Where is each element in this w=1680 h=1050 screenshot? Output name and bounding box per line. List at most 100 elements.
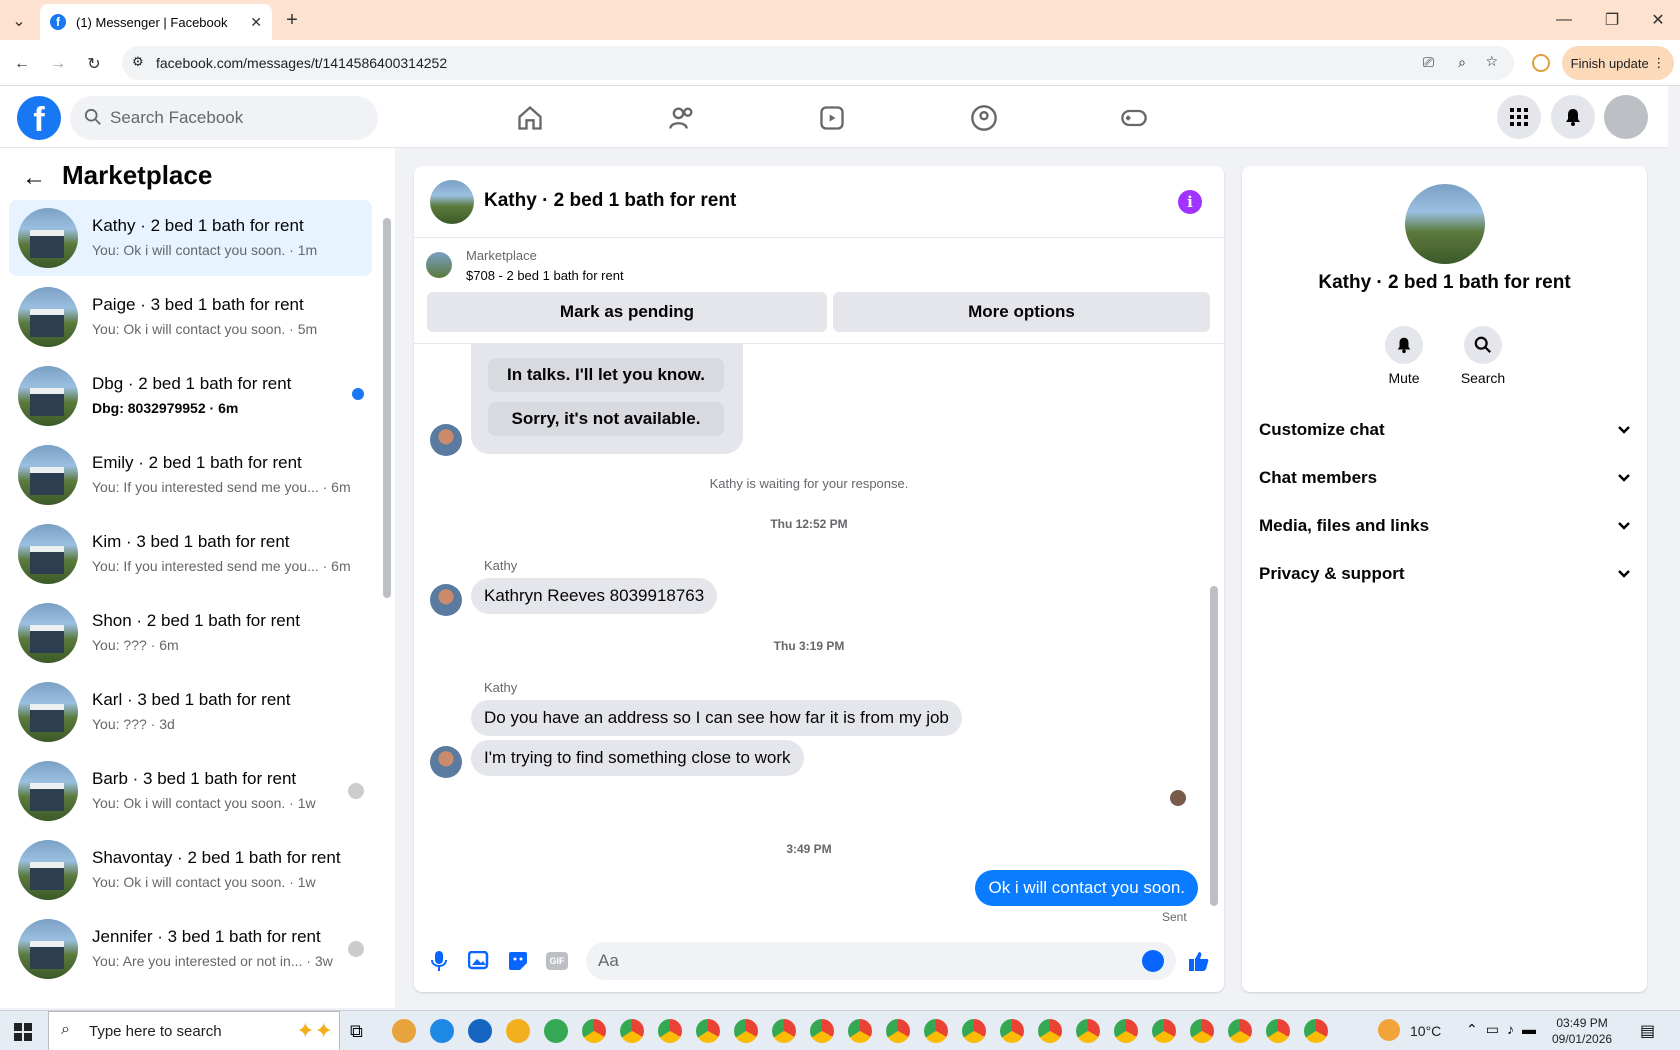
gaming-icon[interactable]	[1120, 104, 1148, 132]
chrome-window-icon[interactable]	[924, 1019, 948, 1043]
url-field[interactable]: ⚙ facebook.com/messages/t/14145864003142…	[122, 46, 1514, 80]
message-bubble[interactable]: Do you have an address so I can see how …	[471, 700, 962, 736]
more-options-button[interactable]: More options	[833, 292, 1210, 332]
sender-avatar[interactable]	[430, 424, 462, 456]
conversation-item[interactable]: Shon · 2 bed 1 bath for rent You: ??? · 6…	[9, 595, 372, 671]
quick-reply-option[interactable]: Sorry, it's not available.	[488, 402, 724, 436]
chat-avatar[interactable]	[430, 180, 474, 224]
chrome-window-icon[interactable]	[1114, 1019, 1138, 1043]
conversation-item[interactable]: Jennifer · 3 bed 1 bath for rent You: Are…	[9, 911, 372, 987]
clock[interactable]: 03:49 PM 09/01/2026	[1552, 1015, 1612, 1047]
my-message-bubble[interactable]: Ok i will contact you soon.	[975, 870, 1198, 906]
back-icon[interactable]: ←	[10, 52, 34, 76]
gif-icon[interactable]: GIF	[546, 950, 568, 972]
sender-avatar[interactable]	[430, 746, 462, 778]
listing-thumbnail[interactable]	[426, 252, 452, 278]
friends-icon[interactable]	[668, 104, 696, 132]
chrome-window-icon[interactable]	[1152, 1019, 1176, 1043]
message-bubble[interactable]: Kathryn Reeves 8039918763	[471, 578, 718, 614]
chrome-window-icon[interactable]	[886, 1019, 910, 1043]
video-icon[interactable]	[818, 104, 846, 132]
info-icon[interactable]: i	[1178, 190, 1202, 214]
notifications-bell-icon[interactable]	[1551, 95, 1595, 139]
conversation-item[interactable]: Barb · 3 bed 1 bath for rent You: Ok i wi…	[9, 753, 372, 829]
edge-icon[interactable]	[430, 1019, 454, 1043]
browser-tab[interactable]: f (1) Messenger | Facebook ✕	[40, 4, 272, 40]
facebook-logo-icon[interactable]: f	[17, 96, 61, 140]
file-explorer-icon[interactable]	[506, 1019, 530, 1043]
forward-icon[interactable]: →	[46, 52, 70, 76]
close-window-icon[interactable]: ✕	[1646, 8, 1670, 32]
reload-icon[interactable]: ↻	[82, 52, 106, 76]
chrome-window-icon[interactable]	[734, 1019, 758, 1043]
chrome-window-icon[interactable]	[582, 1019, 606, 1043]
mail-icon[interactable]	[468, 1019, 492, 1043]
copilot-icon[interactable]	[392, 1019, 416, 1043]
details-section-row[interactable]: Privacy & support	[1259, 554, 1631, 594]
chrome-window-icon[interactable]	[658, 1019, 682, 1043]
taskbar-search-input[interactable]: ⌕ Type here to search ✦✦	[48, 1011, 340, 1050]
windows-start-icon[interactable]	[14, 1023, 32, 1041]
chrome-window-icon[interactable]	[810, 1019, 834, 1043]
site-info-icon[interactable]: ⚙	[132, 54, 144, 70]
details-section-row[interactable]: Customize chat	[1259, 410, 1631, 450]
restore-icon[interactable]: ❐	[1600, 8, 1624, 32]
chat-title[interactable]: Kathy · 2 bed 1 bath for rent	[484, 190, 736, 212]
sender-avatar[interactable]	[430, 584, 462, 616]
chrome-window-icon[interactable]	[772, 1019, 796, 1043]
conversation-item[interactable]: Kim · 3 bed 1 bath for rent You: If you i…	[9, 516, 372, 592]
sticker-icon[interactable]	[507, 950, 529, 972]
chrome-window-icon[interactable]	[1228, 1019, 1252, 1043]
conversation-item[interactable]: Shavontay · 2 bed 1 bath for rent You: Ok…	[9, 832, 372, 908]
chrome-window-icon[interactable]	[1266, 1019, 1290, 1043]
listing-title[interactable]: $708 - 2 bed 1 bath for rent	[466, 268, 624, 283]
chrome-window-icon[interactable]	[848, 1019, 872, 1043]
search-facebook-input[interactable]: Search Facebook	[70, 96, 378, 140]
conversation-item[interactable]: Emily · 2 bed 1 bath for rent You: If you…	[9, 437, 372, 513]
system-tray-icons[interactable]: ⌃▭♪▬	[1466, 1021, 1544, 1038]
conversation-item[interactable]: Paige · 3 bed 1 bath for rent You: Ok i w…	[9, 279, 372, 355]
chrome-window-icon[interactable]	[620, 1019, 644, 1043]
like-thumb-icon[interactable]	[1188, 950, 1210, 972]
install-icon[interactable]: ⎚	[1423, 54, 1434, 71]
weather-icon[interactable]	[1378, 1019, 1400, 1041]
chrome-window-icon[interactable]	[696, 1019, 720, 1043]
microphone-icon[interactable]	[428, 950, 450, 972]
chrome-window-icon[interactable]	[1076, 1019, 1100, 1043]
details-section-row[interactable]: Media, files and links	[1259, 506, 1631, 546]
bookmark-star-icon[interactable]: ☆	[1485, 53, 1498, 70]
groups-icon[interactable]	[970, 104, 998, 132]
new-tab-icon[interactable]: +	[280, 8, 304, 32]
photo-icon[interactable]	[468, 950, 490, 972]
zoom-icon[interactable]: ⌕	[1458, 54, 1466, 71]
conversation-item[interactable]: Kathy · 2 bed 1 bath for rent You: Ok i w…	[9, 200, 372, 276]
emoji-icon[interactable]	[1142, 950, 1164, 972]
mute-button[interactable]: Mute	[1364, 326, 1444, 386]
contact-avatar[interactable]	[1405, 184, 1485, 264]
home-icon[interactable]	[516, 104, 544, 132]
profile-icon[interactable]	[1532, 54, 1550, 72]
chrome-window-icon[interactable]	[1190, 1019, 1214, 1043]
conversation-item[interactable]: Dbg · 2 bed 1 bath for rent Dbg: 80329799…	[9, 358, 372, 434]
mark-as-pending-button[interactable]: Mark as pending	[427, 292, 827, 332]
chrome-window-icon[interactable]	[1304, 1019, 1328, 1043]
finish-update-button[interactable]: Finish update ⋮	[1562, 46, 1674, 80]
chat-scrollbar[interactable]	[1210, 586, 1218, 906]
message-bubble[interactable]: I'm trying to find something close to wo…	[471, 740, 804, 776]
quick-reply-option[interactable]: In talks. I'll let you know.	[488, 358, 724, 392]
tab-list-icon[interactable]: ⌄	[8, 10, 30, 32]
back-arrow-icon[interactable]: ←	[22, 164, 46, 192]
chrome-window-icon[interactable]	[962, 1019, 986, 1043]
task-view-icon[interactable]: ⧉	[350, 1021, 363, 1042]
close-tab-icon[interactable]: ✕	[250, 14, 262, 31]
message-input[interactable]: Aa	[586, 942, 1176, 980]
chrome-window-icon[interactable]	[1000, 1019, 1024, 1043]
search-in-chat-button[interactable]: Search	[1443, 326, 1523, 386]
account-avatar-icon[interactable]	[1604, 95, 1648, 139]
chrome-window-icon[interactable]	[1038, 1019, 1062, 1043]
menu-grid-icon[interactable]	[1497, 95, 1541, 139]
minimize-icon[interactable]: —	[1552, 8, 1576, 32]
conversation-item[interactable]: Karl · 3 bed 1 bath for rent You: ??? · 3…	[9, 674, 372, 750]
notifications-icon[interactable]: ▤	[1640, 1021, 1655, 1041]
details-section-row[interactable]: Chat members	[1259, 458, 1631, 498]
